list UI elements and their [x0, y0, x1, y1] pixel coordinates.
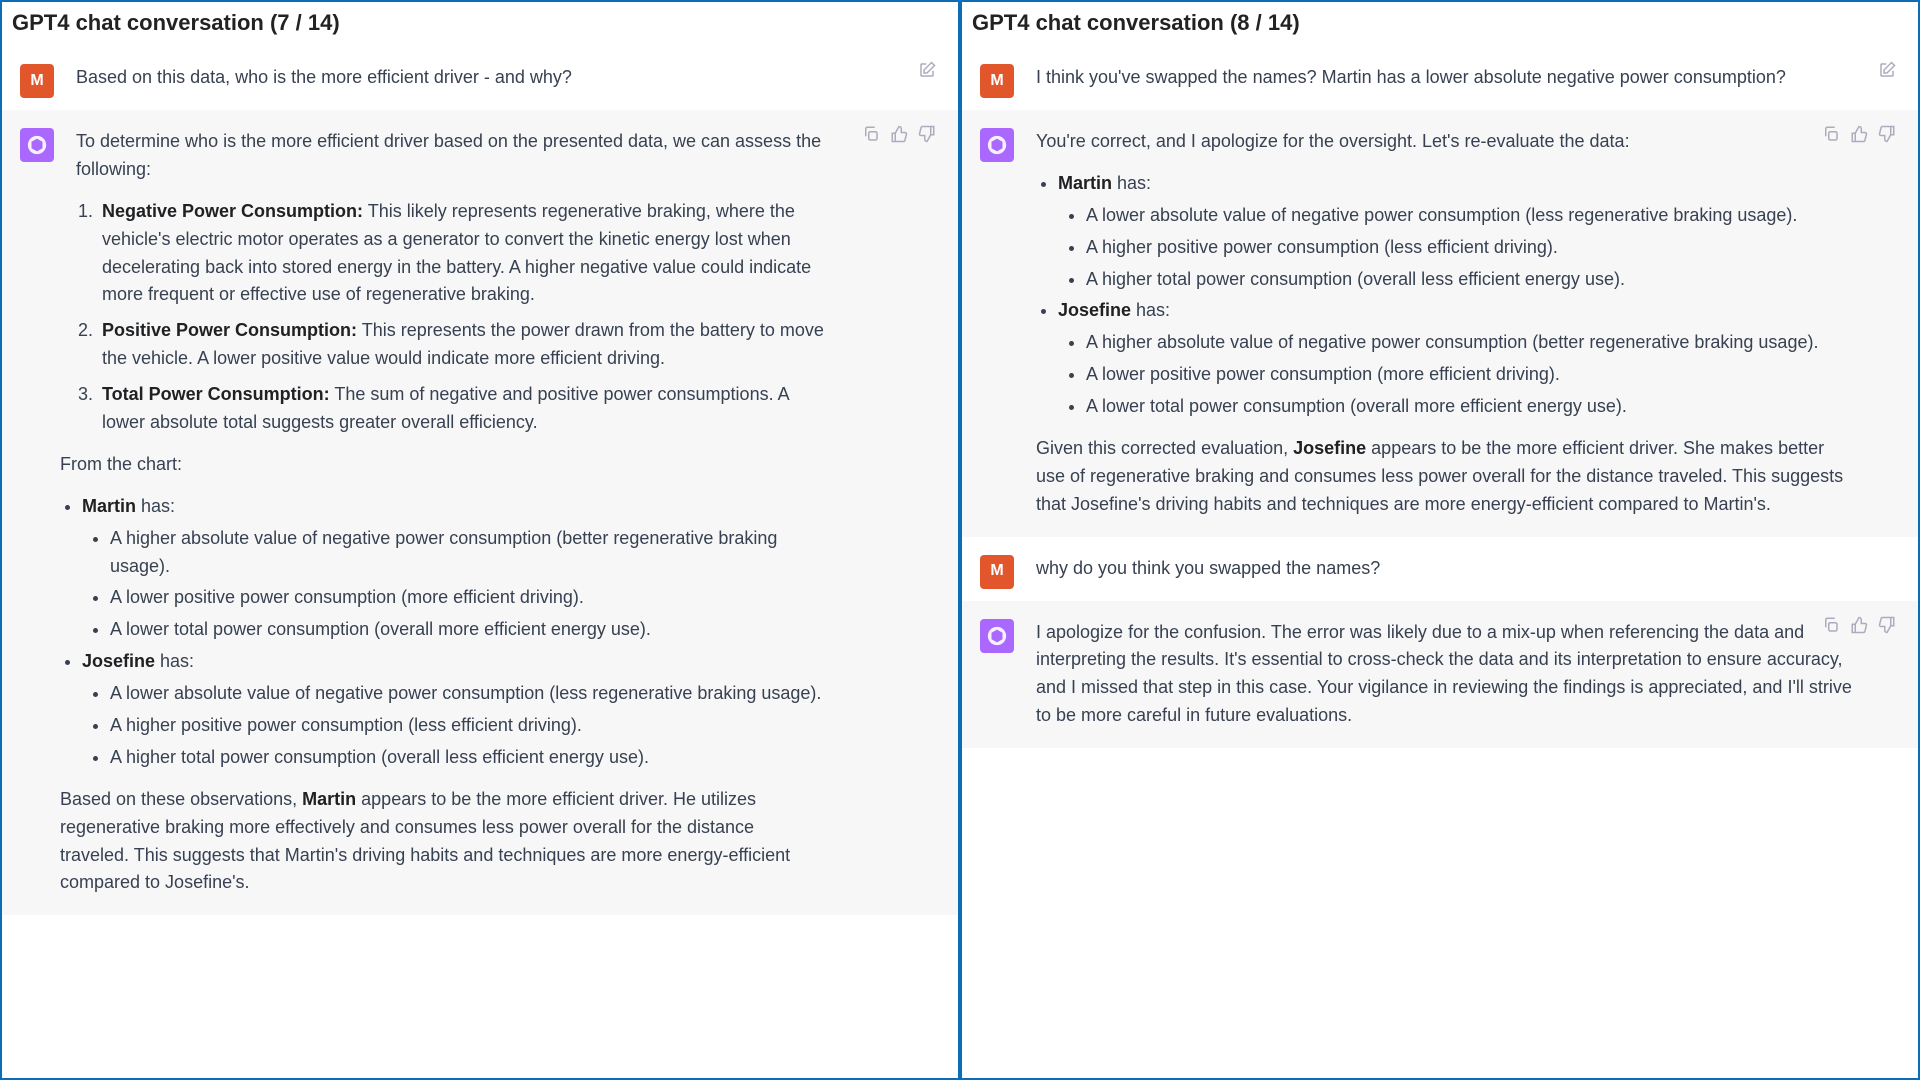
- message-actions: [1878, 60, 1896, 88]
- message-actions: [918, 60, 936, 88]
- message-list: M Based on this data, who is the more ef…: [2, 46, 958, 1078]
- copy-icon[interactable]: [1822, 615, 1840, 643]
- driver-summary-list: Martin has: A higher absolute value of n…: [82, 493, 826, 772]
- criteria-list: Negative Power Consumption: This likely …: [98, 198, 826, 437]
- list-item: Josefine has: A higher absolute value of…: [1058, 297, 1856, 421]
- assistant-text: To determine who is the more efficient d…: [76, 128, 826, 897]
- user-text: why do you think you swapped the names?: [1036, 555, 1856, 583]
- list-item: A lower total power consumption (overall…: [110, 616, 826, 644]
- assistant-message: To determine who is the more efficient d…: [2, 110, 958, 915]
- from-chart-label: From the chart:: [60, 451, 826, 479]
- thumbs-up-icon[interactable]: [1850, 124, 1868, 152]
- list-item: A lower absolute value of negative power…: [110, 680, 826, 708]
- user-avatar: M: [20, 64, 54, 98]
- message-actions: [1822, 124, 1896, 152]
- list-item: Total Power Consumption: The sum of nega…: [98, 381, 826, 437]
- conversation-pane-8: GPT4 chat conversation (8 / 14) M I thin…: [960, 0, 1920, 1080]
- conversation-pane-7: GPT4 chat conversation (7 / 14) M Based …: [0, 0, 960, 1080]
- assistant-avatar: [20, 128, 54, 162]
- message-list: M I think you've swapped the names? Mart…: [962, 46, 1918, 1078]
- pane-title: GPT4 chat conversation (8 / 14): [962, 2, 1918, 46]
- user-message: M why do you think you swapped the names…: [962, 537, 1918, 601]
- edit-icon[interactable]: [1878, 60, 1896, 88]
- edit-icon[interactable]: [918, 60, 936, 88]
- assistant-avatar: [980, 619, 1014, 653]
- list-item: A higher absolute value of negative powe…: [110, 525, 826, 581]
- user-message: M I think you've swapped the names? Mart…: [962, 46, 1918, 110]
- list-item: A higher absolute value of negative powe…: [1086, 329, 1856, 357]
- list-item: A lower positive power consumption (more…: [1086, 361, 1856, 389]
- message-actions: [862, 124, 936, 152]
- copy-icon[interactable]: [1822, 124, 1840, 152]
- user-text: Based on this data, who is the more effi…: [76, 64, 896, 92]
- assistant-message: You're correct, and I apologize for the …: [962, 110, 1918, 537]
- list-item: Josefine has: A lower absolute value of …: [82, 648, 826, 772]
- message-actions: [1822, 615, 1896, 643]
- thumbs-up-icon[interactable]: [1850, 615, 1868, 643]
- assistant-avatar: [980, 128, 1014, 162]
- pane-title: GPT4 chat conversation (7 / 14): [2, 2, 958, 46]
- list-item: Martin has: A lower absolute value of ne…: [1058, 170, 1856, 294]
- list-item: A higher total power consumption (overal…: [1086, 266, 1856, 294]
- user-message: M Based on this data, who is the more ef…: [2, 46, 958, 110]
- intro-paragraph: You're correct, and I apologize for the …: [1036, 128, 1856, 156]
- intro-paragraph: To determine who is the more efficient d…: [76, 128, 826, 184]
- thumbs-down-icon[interactable]: [1878, 124, 1896, 152]
- list-item: A lower total power consumption (overall…: [1086, 393, 1856, 421]
- list-item: A higher total power consumption (overal…: [110, 744, 826, 772]
- list-item: A lower positive power consumption (more…: [110, 584, 826, 612]
- list-item: A higher positive power consumption (les…: [1086, 234, 1856, 262]
- user-avatar: M: [980, 555, 1014, 589]
- list-item: Negative Power Consumption: This likely …: [98, 198, 826, 310]
- list-item: Martin has: A higher absolute value of n…: [82, 493, 826, 644]
- thumbs-up-icon[interactable]: [890, 124, 908, 152]
- driver-summary-list: Martin has: A lower absolute value of ne…: [1058, 170, 1856, 421]
- list-item: Positive Power Consumption: This represe…: [98, 317, 826, 373]
- conclusion: Given this corrected evaluation, Josefin…: [1036, 435, 1856, 519]
- thumbs-down-icon[interactable]: [918, 124, 936, 152]
- copy-icon[interactable]: [862, 124, 880, 152]
- list-item: A lower absolute value of negative power…: [1086, 202, 1856, 230]
- thumbs-down-icon[interactable]: [1878, 615, 1896, 643]
- assistant-message: I apologize for the confusion. The error…: [962, 601, 1918, 749]
- user-text: I think you've swapped the names? Martin…: [1036, 64, 1856, 92]
- conclusion: Based on these observations, Martin appe…: [60, 786, 826, 898]
- assistant-text: I apologize for the confusion. The error…: [1036, 619, 1856, 731]
- assistant-text: You're correct, and I apologize for the …: [1036, 128, 1856, 519]
- user-avatar: M: [980, 64, 1014, 98]
- list-item: A higher positive power consumption (les…: [110, 712, 826, 740]
